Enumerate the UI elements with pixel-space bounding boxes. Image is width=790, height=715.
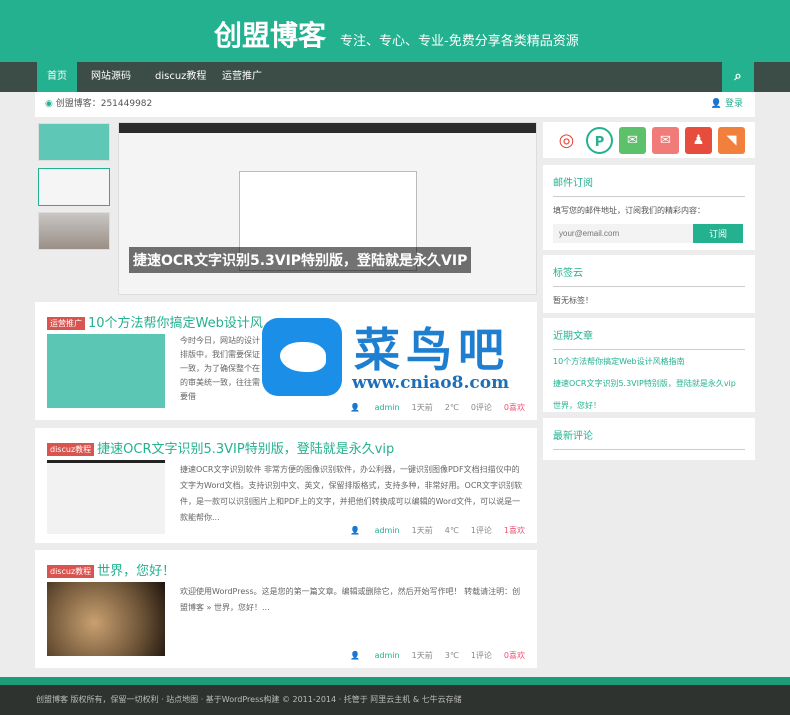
post-thumbnail[interactable]	[47, 460, 165, 534]
post-time: 1天前	[411, 403, 433, 412]
widget-title: 最新评论	[553, 418, 745, 450]
nav-home[interactable]: 首页	[37, 62, 77, 92]
post-title[interactable]: discuz教程 世界，您好！	[47, 560, 175, 579]
recent-comments-widget: 最新评论	[543, 418, 755, 460]
post-card: discuz教程 世界，您好！ 欢迎使用WordPress。这是您的第一篇文章。编…	[35, 550, 537, 668]
widget-title: 近期文章	[553, 318, 745, 350]
widget-title: 标签云	[553, 255, 745, 287]
top-bar: ◉ 创盟博客：251449982 👤 登录	[35, 92, 755, 117]
post-comments[interactable]: 1评论	[471, 526, 492, 535]
author-link[interactable]: 👤 admin	[350, 403, 400, 412]
watermark-name: 菜鸟吧	[354, 323, 510, 377]
tags-empty: 暂无标签！	[553, 296, 593, 305]
qq-group: 创盟博客：251449982	[55, 99, 153, 109]
slider-thumb-3[interactable]	[38, 212, 110, 250]
slide-window-bar	[119, 123, 536, 133]
post-meta: 👤 admin 1天前 3℃ 1评论 0喜欢	[338, 650, 525, 661]
post-comments[interactable]: 0评论	[471, 403, 492, 412]
weibo-icon[interactable]: ◎	[553, 127, 580, 154]
post-category[interactable]: discuz教程	[47, 565, 95, 578]
post-title[interactable]: discuz教程 捷速OCR文字识别5.3VIP特别版，登陆就是永久vip	[47, 438, 394, 457]
watermark: 菜鸟吧 www.cniao8.com	[262, 318, 532, 398]
post-excerpt: 今时今日，网站的设计排版中，我们需要保证一致，为了确保整个在的审美统一致，往往需…	[180, 336, 260, 401]
post-views: 4℃	[444, 526, 459, 535]
recent-post-link[interactable]: 捷速OCR文字识别5.3VIP特别版，登陆就是永久vip	[553, 372, 745, 394]
recent-post-link[interactable]: 10个方法帮你搞定Web设计风格指南	[553, 350, 745, 372]
slider-caption[interactable]: 捷速OCR文字识别5.3VIP特别版，登陆就是永久VIP	[129, 247, 472, 273]
email-icon[interactable]: ✉	[652, 127, 679, 154]
site-header: 创盟博客 专注、专心、专业-免费分享各类精品资源	[0, 0, 790, 62]
site-slogan: 专注、专心、专业-免费分享各类精品资源	[340, 34, 579, 49]
post-category[interactable]: discuz教程	[47, 443, 95, 456]
post-time: 1天前	[411, 651, 433, 660]
bird-logo-icon	[262, 318, 342, 396]
recent-posts-widget: 近期文章 10个方法帮你搞定Web设计风格指南 捷速OCR文字识别5.3VIP特…	[543, 318, 755, 412]
qq-icon[interactable]: ♟	[685, 127, 712, 154]
post-meta: 👤 admin 1天前 4℃ 1评论 1喜欢	[338, 525, 525, 536]
nav-source[interactable]: 网站源码	[81, 62, 141, 92]
slider-main[interactable]: 捷速OCR文字识别5.3VIP特别版，登陆就是永久VIP	[118, 122, 537, 295]
nav-discuz[interactable]: discuz教程	[145, 62, 216, 92]
subscribe-button[interactable]: 订阅	[693, 224, 743, 243]
nav-promotion[interactable]: 运营推广	[212, 62, 272, 92]
post-title[interactable]: 运营推广 10个方法帮你搞定Web设计风	[47, 312, 263, 331]
search-icon[interactable]: ⌕	[722, 62, 754, 92]
rss-icon[interactable]: ◥	[718, 127, 745, 154]
social-links: ◎ P ✉ ✉ ♟ ◥	[543, 122, 755, 158]
login-label: 登录	[724, 99, 743, 109]
post-title-text: 世界，您好！	[97, 564, 176, 579]
post-time: 1天前	[411, 526, 433, 535]
post-thumbnail[interactable]	[47, 334, 165, 408]
site-brand[interactable]: 创盟博客	[214, 14, 326, 54]
post-comments[interactable]: 1评论	[471, 651, 492, 660]
email-input[interactable]	[553, 224, 693, 243]
post-thumbnail[interactable]	[47, 582, 165, 656]
post-meta: 👤 admin 1天前 2℃ 0评论 0喜欢	[338, 402, 525, 413]
post-category[interactable]: 运营推广	[47, 317, 85, 330]
post-likes[interactable]: 0喜欢	[504, 403, 525, 412]
main-nav: 首页 网站源码 discuz教程 运营推广 ⌕	[0, 62, 790, 92]
author-link[interactable]: 👤 admin	[350, 651, 400, 660]
author-link[interactable]: 👤 admin	[350, 526, 400, 535]
tag-cloud-widget: 标签云 暂无标签！	[543, 255, 755, 313]
subscribe-desc: 填写您的邮件地址，订阅我们的精彩内容：	[553, 206, 705, 215]
slider-thumb-1[interactable]	[38, 123, 110, 161]
watermark-url: www.cniao8.com	[352, 373, 510, 393]
site-footer: 创盟博客 版权所有，保留一切权利 · 站点地图 · 基于WordPress构建 …	[0, 677, 790, 715]
post-likes[interactable]: 0喜欢	[504, 651, 525, 660]
widget-title: 邮件订阅	[553, 165, 745, 197]
tencent-weibo-icon[interactable]: P	[586, 127, 613, 154]
login-link[interactable]: 👤 登录	[711, 92, 743, 117]
subscribe-widget: 邮件订阅 填写您的邮件地址，订阅我们的精彩内容： 订阅	[543, 165, 755, 250]
post-excerpt: 欢迎使用WordPress。这是您的第一篇文章。编辑或删除它，然后开始写作吧！ …	[180, 587, 521, 612]
footer-text: 创盟博客 版权所有，保留一切权利 · 站点地图 · 基于WordPress构建 …	[36, 695, 462, 704]
qq-icon: ◉	[45, 99, 56, 109]
post-likes[interactable]: 1喜欢	[504, 526, 525, 535]
post-title-text: 10个方法帮你搞定Web设计风	[88, 316, 263, 331]
post-views: 2℃	[444, 403, 459, 412]
slider-thumb-2[interactable]	[38, 168, 110, 206]
wechat-icon[interactable]: ✉	[619, 127, 646, 154]
post-excerpt: 捷速OCR文字识别软件 非常方便的图像识别软件，办公利器，一键识别图像PDF文档…	[180, 465, 522, 522]
recent-post-link[interactable]: 世界，您好！	[553, 394, 745, 416]
post-views: 3℃	[444, 651, 459, 660]
post-title-text: 捷速OCR文字识别5.3VIP特别版，登陆就是永久vip	[97, 442, 395, 457]
post-card: discuz教程 捷速OCR文字识别5.3VIP特别版，登陆就是永久vip 捷速O…	[35, 428, 537, 543]
